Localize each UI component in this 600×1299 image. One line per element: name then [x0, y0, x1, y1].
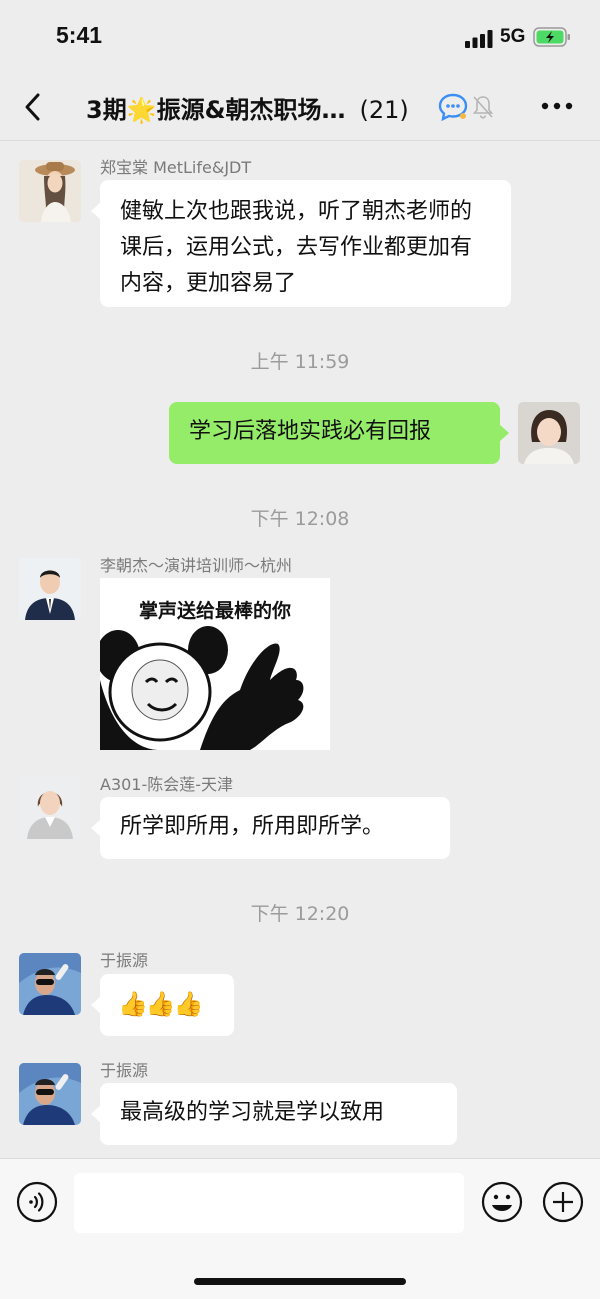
signal-icon [465, 30, 493, 48]
back-icon[interactable] [20, 90, 48, 124]
plus-icon[interactable] [542, 1181, 584, 1223]
message-bubble[interactable]: 👍👍👍 [91, 974, 234, 1036]
timestamp: 下午 12:08 [250, 508, 350, 530]
message-input[interactable] [74, 1173, 464, 1233]
avatar-pilot-image [19, 1063, 81, 1125]
chat-bubble-icon [438, 93, 468, 122]
sticker-caption: 掌声送给最棒的你 [138, 600, 291, 622]
chat-header: 3期🌟振源&朝杰职场… (21) [0, 76, 600, 141]
sender-name: 于振源 [100, 1061, 149, 1080]
avatar[interactable] [19, 1063, 81, 1125]
sticker-message[interactable]: 掌声送给最棒的你 [100, 578, 330, 750]
avatar-woman-hat-image [19, 160, 81, 222]
message-bubble[interactable]: 最高级的学习就是学以致用 [91, 1083, 457, 1145]
avatar-woman-image [19, 777, 81, 839]
panda-meme-icon [100, 626, 304, 750]
more-icon[interactable] [540, 96, 574, 116]
timestamp: 上午 11:59 [250, 351, 350, 373]
star-icon: 🌟 [126, 96, 157, 124]
status-time: 5:41 [56, 22, 103, 48]
voice-icon[interactable] [16, 1181, 58, 1223]
avatar-woman-image [518, 402, 580, 464]
avatar-pilot-image [19, 953, 81, 1015]
mute-bell-icon [472, 96, 494, 119]
avatar[interactable] [19, 953, 81, 1015]
avatar[interactable] [19, 777, 81, 839]
network-label: 5G [500, 26, 526, 47]
message-bubble[interactable]: 所学即所用，所用即所学。 [91, 797, 450, 859]
avatar-man-suit-image [19, 558, 81, 620]
timestamp: 下午 12:20 [250, 903, 350, 925]
chat-title[interactable]: 3期🌟振源&朝杰职场… (21) [86, 90, 409, 125]
sender-name: 于振源 [100, 951, 149, 970]
sender-name: A301-陈会莲-天津 [100, 775, 234, 794]
chat-title-main: 振源&朝杰职场… [156, 96, 346, 124]
avatar[interactable] [19, 558, 81, 620]
status-bar: 5:41 5G [0, 0, 600, 76]
member-count: (21) [359, 96, 409, 124]
emoji-icon[interactable] [481, 1181, 523, 1223]
message-bubble[interactable]: 健敏上次也跟我说，听了朝杰老师的课后，运用公式，去写作业都更加有内容，更加容易了 [91, 180, 511, 307]
avatar[interactable] [19, 160, 81, 222]
home-indicator [194, 1278, 406, 1285]
sender-name: 郑宝棠 MetLife&JDT [100, 158, 252, 177]
own-message-bubble[interactable]: 学习后落地实践必有回报 [169, 402, 509, 464]
own-avatar[interactable] [518, 402, 580, 464]
battery-icon [533, 27, 570, 47]
chat-title-prefix: 3期 [86, 96, 127, 124]
sender-name: 李朝杰～演讲培训师～杭州 [100, 556, 293, 575]
